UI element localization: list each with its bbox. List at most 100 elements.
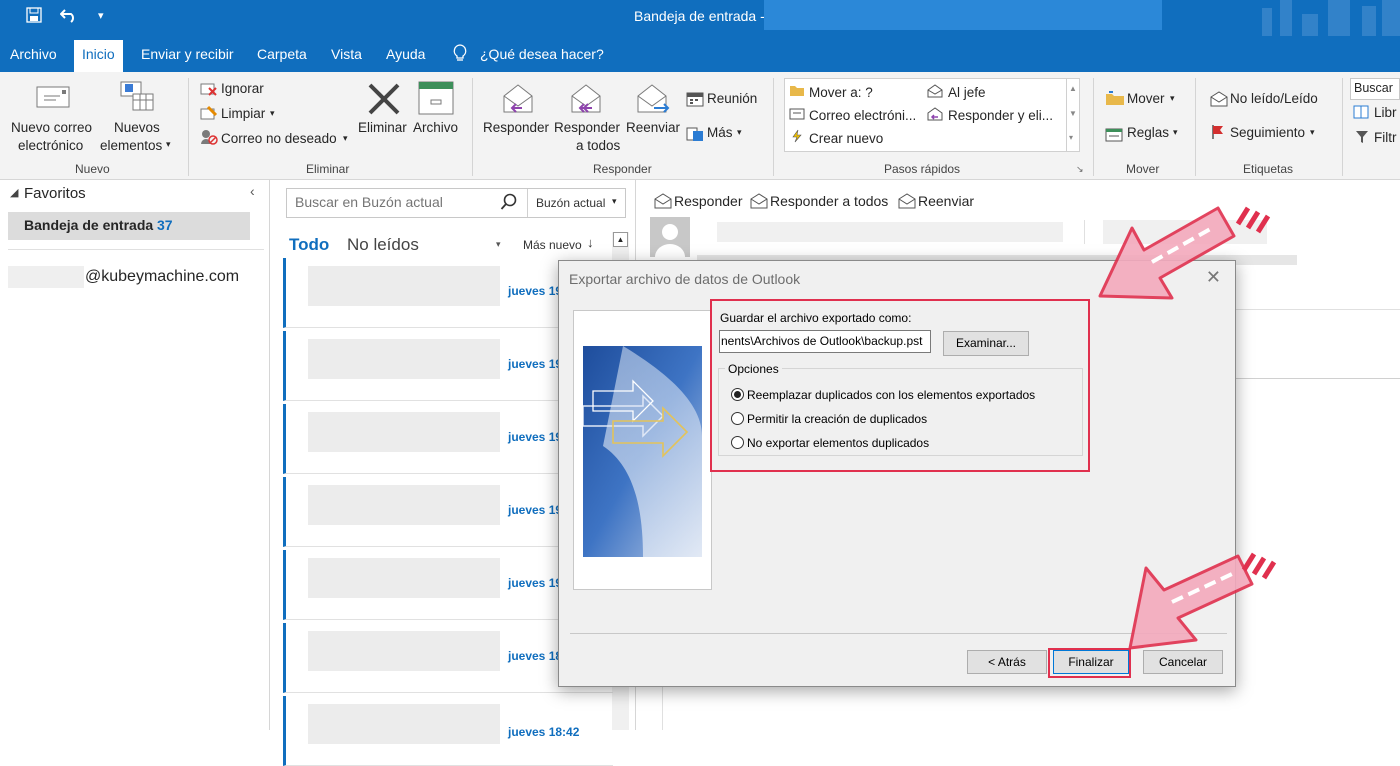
quick-step-move-to[interactable]: Mover a: ?: [809, 85, 873, 100]
reply-all-label-1[interactable]: Responder: [554, 120, 620, 135]
qat-dropdown-icon[interactable]: ▾: [98, 9, 104, 22]
undo-icon[interactable]: [59, 7, 78, 28]
clean-button[interactable]: Limpiar: [221, 106, 265, 121]
scroll-up-icon[interactable]: ▲: [613, 232, 628, 247]
filter-all-tab[interactable]: Todo: [289, 235, 329, 255]
reading-forward-button[interactable]: Reenviar: [918, 193, 974, 209]
junk-dropdown-icon[interactable]: ▾: [343, 133, 348, 144]
search-icon[interactable]: [500, 193, 518, 216]
forward-button[interactable]: Reenviar: [626, 120, 680, 135]
meeting-icon[interactable]: [686, 91, 704, 112]
new-email-label-1[interactable]: Nuevo correo: [11, 120, 92, 135]
ribbon-separator: [1093, 78, 1094, 176]
address-book-icon[interactable]: [1353, 105, 1369, 124]
scroll-up-icon[interactable]: ▲: [1069, 84, 1077, 93]
delete-button[interactable]: Eliminar: [358, 120, 407, 135]
filter-unread-tab[interactable]: No leídos: [347, 235, 419, 255]
reply-all-icon[interactable]: [749, 193, 769, 214]
to-boss-icon[interactable]: [926, 84, 944, 103]
dialog-launcher-icon[interactable]: ↘: [1076, 164, 1084, 175]
unread-read-button[interactable]: No leído/Leído: [1230, 91, 1318, 106]
address-book-button[interactable]: Libr: [1374, 105, 1397, 120]
tab-ayuda[interactable]: Ayuda: [386, 46, 425, 62]
reading-reply-all-button[interactable]: Responder a todos: [770, 193, 888, 209]
save-icon[interactable]: [26, 7, 42, 28]
junk-button[interactable]: Correo no deseado: [221, 131, 337, 146]
more-button[interactable]: Más: [707, 125, 733, 140]
more-dropdown-icon[interactable]: ▾: [737, 127, 742, 138]
filter-dropdown-icon[interactable]: ▾: [496, 239, 501, 250]
new-items-dropdown-icon[interactable]: ▾: [166, 139, 171, 150]
search-box[interactable]: Buzón actual ▾: [286, 188, 626, 218]
tab-enviar-recibir[interactable]: Enviar y recibir: [141, 46, 234, 62]
rules-dropdown-icon[interactable]: ▾: [1173, 127, 1178, 138]
rules-button[interactable]: Reglas: [1127, 125, 1169, 140]
move-button[interactable]: Mover: [1127, 91, 1165, 106]
minimize-pane-icon[interactable]: ‹: [250, 183, 255, 199]
forward-icon[interactable]: [897, 193, 917, 214]
reading-reply-button[interactable]: Responder: [674, 193, 743, 209]
reply-icon[interactable]: [500, 82, 536, 121]
lightning-icon[interactable]: [791, 129, 803, 148]
scope-dropdown-icon[interactable]: ▾: [612, 196, 617, 207]
reply-all-icon[interactable]: [568, 82, 604, 121]
rules-icon[interactable]: [1105, 126, 1125, 147]
scroll-down-icon[interactable]: ▼: [1069, 109, 1077, 118]
reply-delete-icon[interactable]: [926, 107, 944, 126]
followup-button[interactable]: Seguimiento: [1230, 125, 1305, 140]
filter-icon[interactable]: [1355, 130, 1369, 149]
window-title: Bandeja de entrada -: [634, 8, 765, 24]
wizard-graphic: [582, 346, 702, 557]
new-email-label-2[interactable]: electrónico: [18, 138, 83, 153]
favorites-header[interactable]: Favoritos: [24, 185, 86, 202]
tell-me-box[interactable]: ¿Qué desea hacer?: [480, 46, 604, 62]
forward-icon[interactable]: [634, 82, 672, 121]
new-items-label-1[interactable]: Nuevos: [114, 120, 160, 135]
sort-direction-icon[interactable]: ↓: [587, 235, 594, 250]
quick-step-email[interactable]: Correo electróni...: [809, 108, 916, 123]
ignore-icon[interactable]: [200, 81, 218, 102]
search-people-label[interactable]: Buscar: [1354, 81, 1393, 95]
meeting-button[interactable]: Reunión: [707, 91, 757, 106]
message-date: jueves 19: [508, 576, 563, 590]
search-input[interactable]: [295, 194, 490, 210]
collapse-favorites-icon[interactable]: ◢: [10, 186, 18, 199]
inbox-folder-item[interactable]: Bandeja de entrada 37: [8, 212, 250, 240]
sort-dropdown[interactable]: Más nuevo: [523, 238, 582, 252]
move-to-icon[interactable]: [789, 83, 805, 102]
junk-icon[interactable]: [200, 129, 218, 150]
back-button[interactable]: < Atrás: [967, 650, 1047, 674]
redacted-message-preview: [308, 631, 500, 671]
tab-vista[interactable]: Vista: [331, 46, 362, 62]
quick-step-to-boss[interactable]: Al jefe: [948, 85, 986, 100]
flag-icon[interactable]: [1211, 124, 1225, 145]
list-item[interactable]: jueves 18:42: [283, 696, 613, 766]
reply-button[interactable]: Responder: [483, 120, 549, 135]
archive-button[interactable]: Archivo: [413, 120, 458, 135]
new-items-icon[interactable]: [119, 80, 155, 117]
tab-carpeta[interactable]: Carpeta: [257, 46, 307, 62]
more-icon[interactable]: [686, 126, 704, 147]
delete-icon[interactable]: [366, 82, 402, 121]
tab-inicio[interactable]: Inicio: [74, 40, 123, 72]
archive-icon[interactable]: [417, 80, 455, 121]
clean-dropdown-icon[interactable]: ▾: [270, 108, 275, 119]
unread-read-icon[interactable]: [1209, 91, 1229, 112]
email-quick-step-icon[interactable]: [789, 107, 805, 126]
ignore-button[interactable]: Ignorar: [221, 81, 264, 96]
filter-email-button[interactable]: Filtr: [1374, 130, 1397, 145]
gallery-expand-icon[interactable]: ▾: [1069, 133, 1073, 142]
move-icon[interactable]: [1105, 90, 1125, 111]
search-scope-dropdown[interactable]: Buzón actual: [536, 196, 605, 210]
reply-icon[interactable]: [653, 193, 673, 214]
new-email-icon[interactable]: [36, 84, 70, 115]
new-items-label-2[interactable]: elementos: [100, 138, 162, 153]
account-label[interactable]: @kubeymachine.com: [85, 268, 239, 286]
move-dropdown-icon[interactable]: ▾: [1170, 93, 1175, 104]
quick-step-create-new[interactable]: Crear nuevo: [809, 131, 883, 146]
followup-dropdown-icon[interactable]: ▾: [1310, 127, 1315, 138]
clean-icon[interactable]: [200, 105, 218, 126]
quick-step-reply-delete[interactable]: Responder y eli...: [948, 108, 1053, 123]
tab-archivo[interactable]: Archivo: [10, 46, 57, 62]
reply-all-label-2[interactable]: a todos: [576, 138, 620, 153]
